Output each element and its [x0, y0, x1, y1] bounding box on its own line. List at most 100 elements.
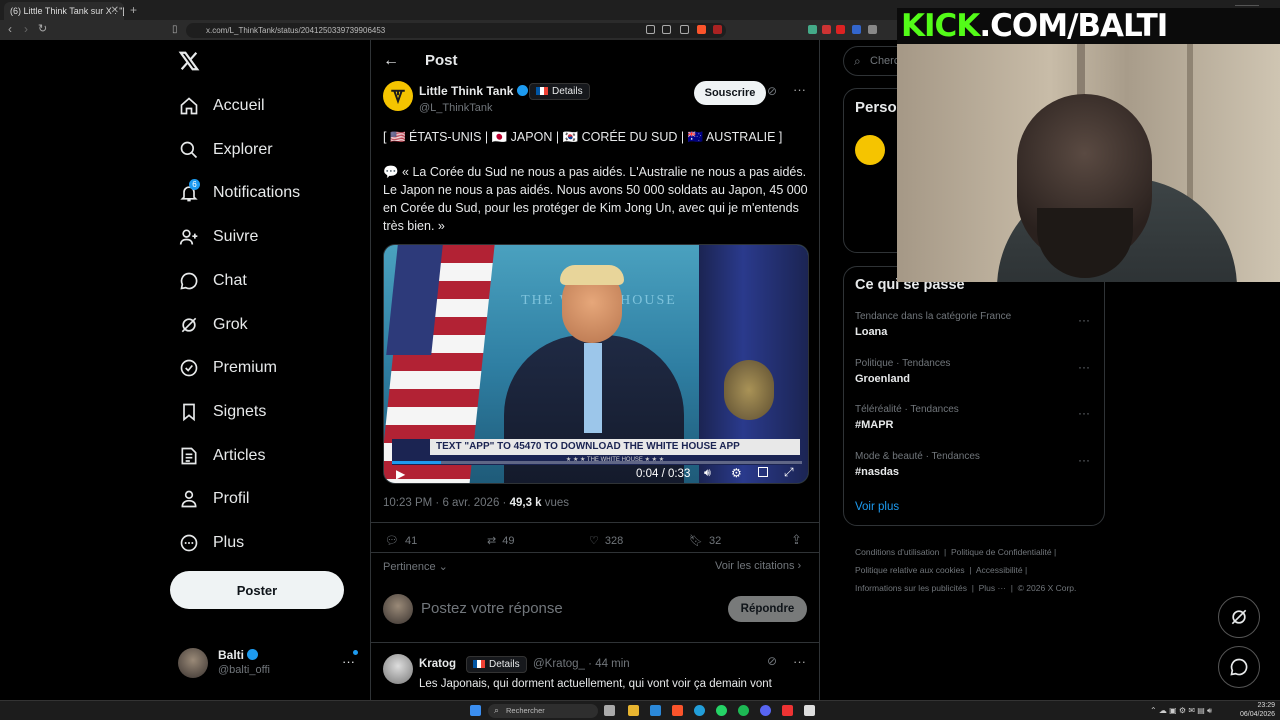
cast-icon[interactable]	[662, 25, 671, 34]
trend-item[interactable]: Tendance dans la catégorie France Loana	[855, 311, 1095, 338]
footer-link[interactable]: Conditions d'utilisation	[855, 547, 939, 557]
repost-stat[interactable]: ⇄ 49	[487, 534, 514, 548]
pip-icon[interactable]	[758, 467, 768, 477]
file-explorer-icon[interactable]	[628, 705, 639, 716]
taskbar-search-placeholder: Rechercher	[506, 706, 545, 715]
see-more-link[interactable]: Voir plus	[855, 501, 899, 513]
reply-input[interactable]: Postez votre réponse	[421, 600, 563, 617]
extension-icon[interactable]	[822, 25, 831, 34]
trend-more-icon[interactable]: ···	[1078, 360, 1090, 374]
chevron-down-icon: ⌄	[435, 561, 448, 573]
nav-item-notifications[interactable]: 6 Notifications	[178, 178, 300, 208]
trend-item[interactable]: Politique · Tendances Groenland	[855, 358, 1095, 385]
brave-shield-icon[interactable]	[697, 25, 706, 34]
share-icon[interactable]: ⇪	[791, 532, 802, 548]
nav-item-articles[interactable]: Articles	[178, 441, 265, 471]
system-tray-icons[interactable]: ⌃ ☁ ▣ ⚙ ✉ ▤ 🔊︎	[1150, 706, 1212, 716]
like-stat[interactable]: ♡ 328	[589, 534, 623, 548]
footer-link[interactable]: Informations sur les publicités	[855, 583, 967, 593]
play-icon[interactable]: ▶	[396, 467, 405, 481]
reply-stat[interactable]: 💬︎ 41	[385, 534, 417, 548]
sort-dropdown[interactable]: Pertinence ⌄	[383, 560, 448, 573]
extension-icon[interactable]	[808, 25, 817, 34]
whatsapp-icon[interactable]	[716, 705, 727, 716]
post-button[interactable]: Poster	[170, 571, 344, 609]
telegram-icon[interactable]	[694, 705, 705, 716]
clock[interactable]: 23:29 06/04/2026	[1240, 701, 1275, 719]
discord-icon[interactable]	[760, 705, 771, 716]
account-more-icon[interactable]: ···	[342, 654, 355, 669]
address-bar[interactable]: x.com/L_ThinkTank/status/204125033973990…	[186, 23, 726, 38]
nav-item-plus[interactable]: Plus	[178, 528, 244, 558]
reply-more-icon[interactable]: ···	[793, 654, 806, 669]
footer-link[interactable]: Politique relative aux cookies	[855, 565, 965, 575]
back-icon[interactable]: ‹	[8, 22, 12, 36]
brave-rewards-icon[interactable]	[713, 25, 722, 34]
bookmark-stat[interactable]: 🔖︎ 32	[689, 534, 721, 548]
video-progress-track[interactable]	[392, 461, 802, 464]
trend-more-icon[interactable]: ···	[1078, 406, 1090, 420]
nav-item-accueil[interactable]: Accueil	[178, 91, 265, 121]
nav-item-grok[interactable]: Grok	[178, 310, 248, 340]
trend-more-icon[interactable]: ···	[1078, 453, 1090, 467]
footer-link[interactable]: Accessibilité	[976, 565, 1023, 575]
footer-link[interactable]: Politique de Confidentialité	[951, 547, 1052, 557]
author-name[interactable]: Little Think Tank	[419, 84, 528, 98]
nav-item-signets[interactable]: Signets	[178, 397, 266, 427]
task-view-icon[interactable]	[604, 705, 615, 716]
author-avatar[interactable]	[383, 81, 413, 111]
extension-icon[interactable]	[836, 25, 845, 34]
unread-dot	[353, 650, 358, 655]
post-more-icon[interactable]: ···	[793, 82, 806, 97]
verified-icon	[247, 649, 259, 660]
trend-name: Groenland	[855, 373, 911, 385]
zoom-icon[interactable]	[646, 25, 655, 34]
brave-icon[interactable]	[672, 705, 683, 716]
share-icon[interactable]	[680, 25, 689, 34]
taskbar-search[interactable]: ⌕ Rechercher	[488, 704, 598, 718]
bookmark-page-icon[interactable]: ▯	[172, 24, 178, 35]
block-icon[interactable]: ⊘	[767, 84, 777, 98]
nav-item-explorer[interactable]: Explorer	[178, 135, 273, 165]
app-icon[interactable]	[804, 705, 815, 716]
grok-float-button[interactable]	[1218, 596, 1260, 638]
author-details-badge[interactable]: Details	[529, 82, 590, 100]
settings-icon[interactable]: ⚙	[731, 466, 742, 480]
reload-icon[interactable]: ↻	[38, 22, 47, 35]
nav-item-premium[interactable]: Premium	[178, 353, 277, 383]
back-arrow-icon[interactable]: ←	[383, 52, 399, 70]
close-tab-icon[interactable]: ✕	[111, 5, 119, 16]
reply-details-badge[interactable]: Details	[466, 655, 527, 673]
messages-float-button[interactable]	[1218, 646, 1260, 688]
bell-icon: 6	[178, 179, 200, 204]
footer-link[interactable]: Plus ···	[979, 583, 1006, 593]
reply-button[interactable]: Répondre	[728, 596, 807, 622]
trend-category: Tendance dans la catégorie France	[855, 311, 1012, 322]
nav-item-profil[interactable]: Profil	[178, 484, 249, 514]
extension-icon[interactable]	[852, 25, 861, 34]
video-player[interactable]: THE WHITE HOUSE TEXT "APP" TO 45470 TO D…	[383, 244, 809, 484]
block-icon[interactable]: ⊘	[767, 654, 777, 668]
trend-item[interactable]: Mode & beauté · Tendances #nasdas	[855, 451, 1095, 478]
browser-tab[interactable]: (6) Little Think Tank sur X : "[ us | ✕	[4, 2, 124, 20]
reply-author-name[interactable]: Kratog	[419, 658, 456, 670]
nav-item-suivre[interactable]: Suivre	[178, 222, 258, 252]
spotify-icon[interactable]	[738, 705, 749, 716]
view-quotes-link[interactable]: Voir les citations ›	[715, 560, 801, 572]
app-icon[interactable]	[782, 705, 793, 716]
nav-item-chat[interactable]: Chat	[178, 266, 247, 296]
volume-icon[interactable]: 🔊︎	[704, 467, 711, 480]
trend-item[interactable]: Téléréalité · Tendances #MAPR	[855, 404, 1095, 431]
trend-more-icon[interactable]: ···	[1078, 313, 1090, 327]
reply-author-avatar[interactable]	[383, 654, 413, 684]
new-tab-icon[interactable]: +	[130, 3, 137, 17]
subscribe-button[interactable]: Souscrire	[694, 81, 766, 105]
fullscreen-icon[interactable]: ⤢	[784, 465, 794, 480]
x-logo-icon[interactable]	[178, 50, 200, 77]
persona-avatar[interactable]	[855, 135, 885, 165]
extension-icon[interactable]	[868, 25, 877, 34]
store-icon[interactable]	[650, 705, 661, 716]
forward-icon[interactable]: ›	[24, 22, 28, 36]
account-switcher[interactable]: Balti @balti_offi ···	[178, 646, 358, 680]
windows-start-icon[interactable]	[470, 705, 481, 716]
